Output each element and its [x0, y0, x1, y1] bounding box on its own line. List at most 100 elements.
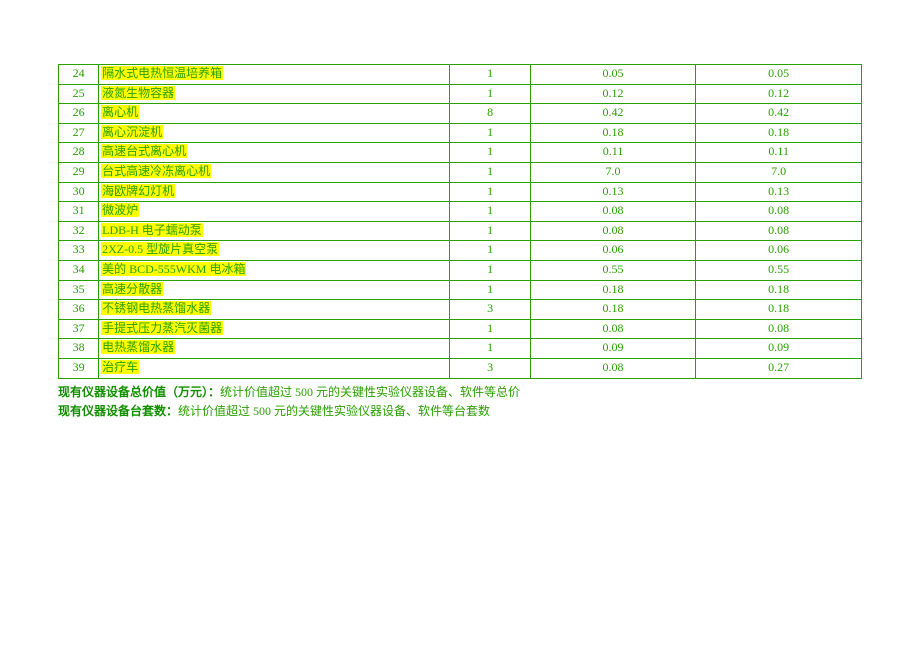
row-total-price: 0.13	[768, 184, 789, 198]
row-total-price: 0.06	[768, 242, 789, 256]
row-total-price: 0.11	[768, 144, 789, 158]
row-index: 28	[73, 144, 85, 158]
row-name: 高速台式离心机	[101, 144, 187, 158]
row-unit-price: 0.11	[603, 144, 624, 158]
table-row: 25 液氮生物容器 1 0.12 0.12	[59, 84, 862, 104]
row-name: 离心机	[101, 105, 139, 119]
row-total-price: 0.42	[768, 105, 789, 119]
table-row: 32 LDB-H 电子蠕动泵 1 0.08 0.08	[59, 221, 862, 241]
row-unit-price: 7.0	[606, 164, 621, 178]
table-row: 35 高速分散器 1 0.18 0.18	[59, 280, 862, 300]
row-total-price: 0.08	[768, 321, 789, 335]
row-total-price: 0.08	[768, 223, 789, 237]
row-unit-price: 0.05	[603, 66, 624, 80]
row-total-price: 0.18	[768, 282, 789, 296]
row-name: LDB-H 电子蠕动泵	[101, 223, 203, 237]
row-unit-price: 0.08	[603, 223, 624, 237]
row-index: 30	[73, 184, 85, 198]
row-qty: 3	[487, 360, 493, 374]
row-index: 31	[73, 203, 85, 217]
row-total-price: 0.18	[768, 125, 789, 139]
row-unit-price: 0.08	[603, 203, 624, 217]
row-index: 29	[73, 164, 85, 178]
row-index: 36	[73, 301, 85, 315]
row-name: 液氮生物容器	[101, 86, 175, 100]
row-qty: 1	[487, 66, 493, 80]
row-unit-price: 0.09	[603, 340, 624, 354]
row-name: 海欧牌幻灯机	[101, 184, 175, 198]
row-unit-price: 0.13	[603, 184, 624, 198]
table-row: 29 台式高速冷冻离心机 1 7.0 7.0	[59, 162, 862, 182]
table-row: 38 电热蒸馏水器 1 0.09 0.09	[59, 339, 862, 359]
row-name: 微波炉	[101, 203, 139, 217]
row-unit-price: 0.12	[603, 86, 624, 100]
row-index: 35	[73, 282, 85, 296]
row-name: 美的 BCD-555WKM 电冰箱	[101, 262, 246, 276]
row-name: 高速分散器	[101, 282, 163, 296]
row-qty: 1	[487, 321, 493, 335]
footer-notes: 现有仪器设备总价值（万元）：统计价值超过 500 元的关键性实验仪器设备、软件等…	[58, 383, 862, 421]
note-total-value: 现有仪器设备总价值（万元）：统计价值超过 500 元的关键性实验仪器设备、软件等…	[58, 383, 862, 402]
row-qty: 1	[487, 164, 493, 178]
row-total-price: 0.27	[768, 360, 789, 374]
row-name: 台式高速冷冻离心机	[101, 164, 211, 178]
table-row: 34 美的 BCD-555WKM 电冰箱 1 0.55 0.55	[59, 260, 862, 280]
row-unit-price: 0.18	[603, 125, 624, 139]
row-name: 隔水式电热恒温培养箱	[101, 66, 223, 80]
row-total-price: 0.05	[768, 66, 789, 80]
row-unit-price: 0.06	[603, 242, 624, 256]
row-index: 25	[73, 86, 85, 100]
note-total-count: 现有仪器设备台套数：统计价值超过 500 元的关键性实验仪器设备、软件等台套数	[58, 402, 862, 421]
row-index: 33	[73, 242, 85, 256]
row-name: 2XZ-0.5 型旋片真空泵	[101, 242, 219, 256]
row-index: 37	[73, 321, 85, 335]
row-qty: 3	[487, 301, 493, 315]
row-total-price: 0.12	[768, 86, 789, 100]
table-row: 26 离心机 8 0.42 0.42	[59, 104, 862, 124]
table-row: 24 隔水式电热恒温培养箱 1 0.05 0.05	[59, 65, 862, 85]
row-index: 27	[73, 125, 85, 139]
row-index: 24	[73, 66, 85, 80]
table-row: 31 微波炉 1 0.08 0.08	[59, 202, 862, 222]
row-unit-price: 0.08	[603, 321, 624, 335]
row-qty: 1	[487, 144, 493, 158]
row-unit-price: 0.18	[603, 301, 624, 315]
table-row: 36 不锈钢电热蒸馏水器 3 0.18 0.18	[59, 300, 862, 320]
row-index: 38	[73, 340, 85, 354]
row-total-price: 0.18	[768, 301, 789, 315]
table-row: 37 手提式压力蒸汽灭菌器 1 0.08 0.08	[59, 319, 862, 339]
row-name: 手提式压力蒸汽灭菌器	[101, 321, 223, 335]
row-qty: 1	[487, 203, 493, 217]
equipment-table: 24 隔水式电热恒温培养箱 1 0.05 0.05 25 液氮生物容器 1 0.12 0.12 26…	[58, 64, 862, 379]
row-index: 26	[73, 105, 85, 119]
row-total-price: 0.09	[768, 340, 789, 354]
table-row: 27 离心沉淀机 1 0.18 0.18	[59, 123, 862, 143]
row-qty: 1	[487, 86, 493, 100]
row-name: 治疗车	[101, 360, 139, 374]
row-name: 离心沉淀机	[101, 125, 163, 139]
row-qty: 8	[487, 105, 493, 119]
row-unit-price: 0.42	[603, 105, 624, 119]
row-total-price: 0.08	[768, 203, 789, 217]
row-qty: 1	[487, 262, 493, 276]
row-unit-price: 0.08	[603, 360, 624, 374]
table-row: 28 高速台式离心机 1 0.11 0.11	[59, 143, 862, 163]
row-qty: 1	[487, 184, 493, 198]
row-total-price: 7.0	[771, 164, 786, 178]
row-index: 34	[73, 262, 85, 276]
row-qty: 1	[487, 340, 493, 354]
row-index: 32	[73, 223, 85, 237]
row-qty: 1	[487, 282, 493, 296]
table-row: 30 海欧牌幻灯机 1 0.13 0.13	[59, 182, 862, 202]
row-name: 电热蒸馏水器	[101, 340, 175, 354]
row-index: 39	[73, 360, 85, 374]
row-qty: 1	[487, 223, 493, 237]
row-name: 不锈钢电热蒸馏水器	[101, 301, 211, 315]
table-row: 33 2XZ-0.5 型旋片真空泵 1 0.06 0.06	[59, 241, 862, 261]
table-row: 39 治疗车 3 0.08 0.27	[59, 358, 862, 378]
row-unit-price: 0.55	[603, 262, 624, 276]
row-qty: 1	[487, 242, 493, 256]
row-qty: 1	[487, 125, 493, 139]
row-unit-price: 0.18	[603, 282, 624, 296]
row-total-price: 0.55	[768, 262, 789, 276]
